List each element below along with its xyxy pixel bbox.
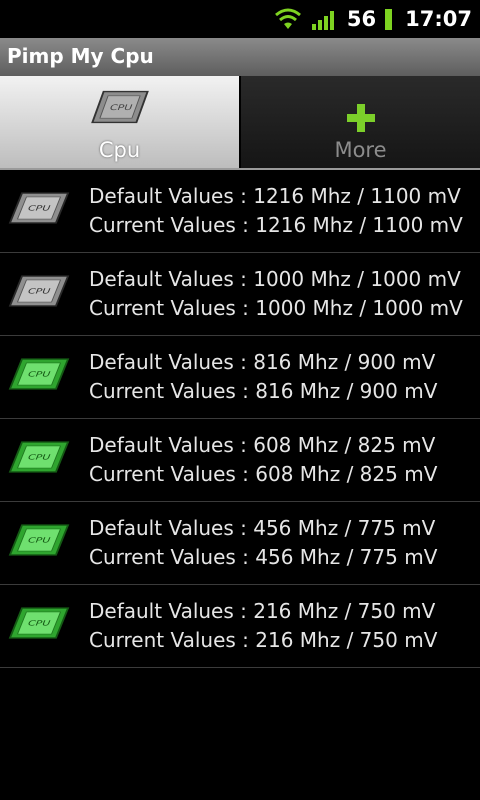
current-values: Current Values : 1000 Mhz / 1000 mV xyxy=(89,296,463,320)
cpu-chip-green-icon: CPU xyxy=(8,358,70,390)
current-values: Current Values : 456 Mhz / 775 mV xyxy=(89,545,438,569)
svg-text:CPU: CPU xyxy=(26,205,52,213)
cpu-frequency-list: CPU Default Values : 1216 Mhz / 1100 mV … xyxy=(0,170,480,668)
default-values: Default Values : 1216 Mhz / 1100 mV xyxy=(89,184,461,208)
default-values: Default Values : 216 Mhz / 750 mV xyxy=(89,599,436,623)
svg-text:CPU: CPU xyxy=(108,103,134,112)
list-item[interactable]: CPU Default Values : 608 Mhz / 825 mV Cu… xyxy=(0,419,480,502)
default-values: Default Values : 816 Mhz / 900 mV xyxy=(89,350,436,374)
app-title-bar: Pimp My Cpu xyxy=(0,38,480,77)
current-values: Current Values : 816 Mhz / 900 mV xyxy=(89,379,438,403)
tab-cpu-label: Cpu xyxy=(98,138,141,162)
app-title: Pimp My Cpu xyxy=(7,44,154,68)
status-icons: 56 17:07 xyxy=(273,0,472,38)
cpu-chip-gray-icon: CPU xyxy=(8,192,70,224)
cpu-chip-green-icon: CPU xyxy=(8,607,70,639)
svg-text:CPU: CPU xyxy=(26,371,52,379)
current-values: Current Values : 608 Mhz / 825 mV xyxy=(89,462,438,486)
wifi-icon xyxy=(274,8,301,29)
current-values: Current Values : 1216 Mhz / 1100 mV xyxy=(89,213,463,237)
list-item[interactable]: CPU Default Values : 1000 Mhz / 1000 mV … xyxy=(0,253,480,336)
current-values: Current Values : 216 Mhz / 750 mV xyxy=(89,628,438,652)
default-values: Default Values : 1000 Mhz / 1000 mV xyxy=(89,267,461,291)
list-item[interactable]: CPU Default Values : 1216 Mhz / 1100 mV … xyxy=(0,170,480,253)
plus-icon xyxy=(346,104,375,132)
clock: 17:07 xyxy=(405,7,472,31)
cpu-chip-green-icon: CPU xyxy=(8,441,70,473)
tab-more-label: More xyxy=(334,138,387,162)
list-item[interactable]: CPU Default Values : 216 Mhz / 750 mV Cu… xyxy=(0,585,480,668)
svg-text:CPU: CPU xyxy=(26,288,52,296)
list-item[interactable]: CPU Default Values : 456 Mhz / 775 mV Cu… xyxy=(0,502,480,585)
signal-bars-icon xyxy=(311,11,334,30)
default-values: Default Values : 456 Mhz / 775 mV xyxy=(89,516,436,540)
signal-number: 56 xyxy=(346,7,377,31)
cpu-chip-gray-icon: CPU xyxy=(8,275,70,307)
svg-text:CPU: CPU xyxy=(26,537,52,545)
tab-more[interactable]: More xyxy=(241,76,480,168)
tab-bar: CPU Cpu More xyxy=(0,76,480,170)
status-bar: 56 17:07 xyxy=(0,0,480,38)
list-item[interactable]: CPU Default Values : 816 Mhz / 900 mV Cu… xyxy=(0,336,480,419)
cpu-chip-icon: CPU xyxy=(90,90,149,124)
svg-text:CPU: CPU xyxy=(26,454,52,462)
cpu-chip-green-icon: CPU xyxy=(8,524,70,556)
battery-icon xyxy=(385,9,393,30)
tab-cpu[interactable]: CPU Cpu xyxy=(0,76,239,168)
default-values: Default Values : 608 Mhz / 825 mV xyxy=(89,433,436,457)
svg-text:CPU: CPU xyxy=(26,620,52,628)
